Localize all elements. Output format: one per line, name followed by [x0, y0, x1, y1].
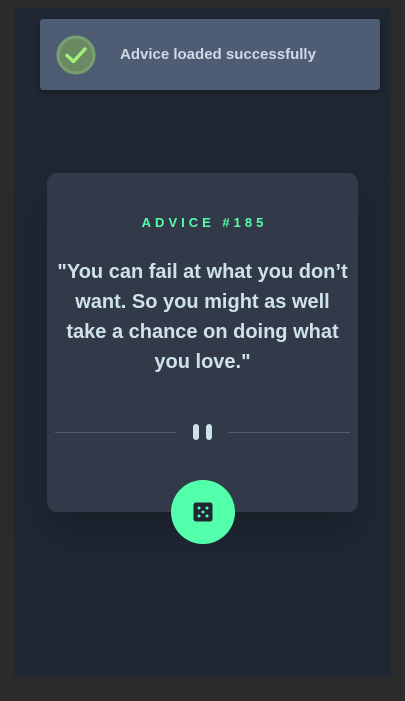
pause-icon-bar — [206, 424, 212, 440]
advice-heading: ADVICE #185 — [141, 215, 268, 230]
check-circle-icon — [56, 35, 96, 75]
success-toast: Advice loaded successfully — [40, 19, 380, 90]
pause-icon — [193, 424, 199, 440]
advice-quote: "You can fail at what you don’t want. So… — [57, 261, 348, 373]
divider-line-left — [55, 432, 176, 433]
generate-advice-button[interactable] — [171, 480, 235, 544]
divider-line-right — [228, 432, 350, 433]
dice-icon — [193, 502, 213, 522]
advice-card: ADVICE #185 "You can fail at what you do… — [47, 173, 358, 512]
toast-message: Advice loaded successfully — [120, 46, 316, 63]
